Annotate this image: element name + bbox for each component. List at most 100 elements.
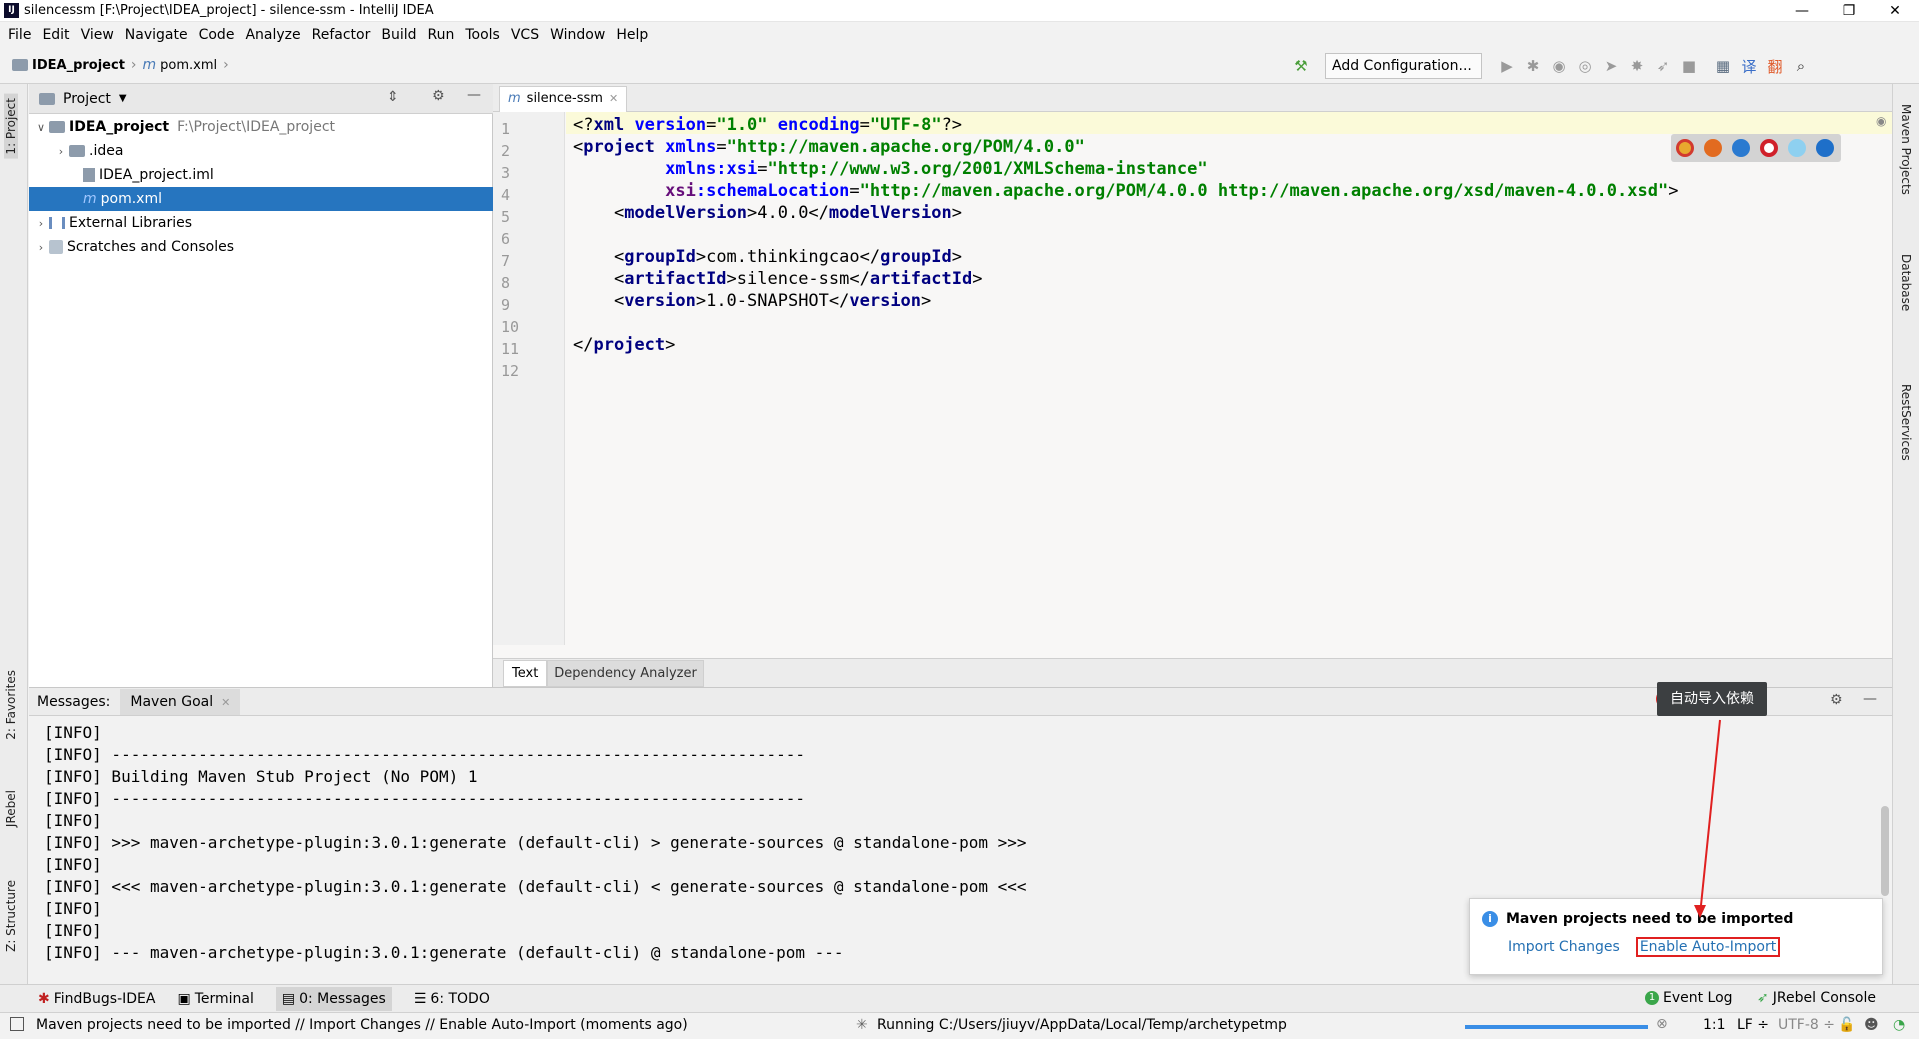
cancel-process-icon[interactable]: ⊗ xyxy=(1656,1016,1668,1032)
code-line-9[interactable]: <version>1.0-SNAPSHOT</version> xyxy=(573,291,931,311)
restore-button[interactable]: ❐ xyxy=(1826,0,1872,22)
menu-analyze[interactable]: Analyze xyxy=(245,27,300,43)
tab-structure[interactable]: Z: Structure xyxy=(4,880,18,952)
minimize-button[interactable]: — xyxy=(1779,0,1825,22)
code-line-4[interactable]: xsi:schemaLocation="http://maven.apache.… xyxy=(573,181,1678,201)
jrebel-run-icon[interactable]: ➤ xyxy=(1598,53,1624,79)
chrome-icon[interactable] xyxy=(1676,139,1694,157)
run-coverage-icon[interactable]: ◉ xyxy=(1546,53,1572,79)
tab-rest-services[interactable]: RestServices xyxy=(1899,384,1913,461)
tab-favorites[interactable]: 2: Favorites xyxy=(4,670,18,740)
breadcrumb-file[interactable]: pom.xml xyxy=(160,58,217,73)
tab-database[interactable]: Database xyxy=(1899,254,1913,311)
build-hammer-icon[interactable]: ⚒ xyxy=(1288,53,1314,79)
tree-item-external-libraries[interactable]: › External Libraries xyxy=(29,211,493,235)
menu-build[interactable]: Build xyxy=(381,27,416,43)
tool-messages[interactable]: ▤ 0: Messages xyxy=(275,986,392,1011)
menu-file[interactable]: File xyxy=(8,27,31,43)
tool-jrebel-console[interactable]: ➶ JRebel Console xyxy=(1757,990,1876,1006)
code-line-2[interactable]: <project xmlns="http://maven.apache.org/… xyxy=(573,137,1085,157)
tab-project[interactable]: 1: Project xyxy=(4,94,18,159)
code-line-7[interactable]: <groupId>com.thinkingcao</groupId> xyxy=(573,247,962,267)
stop-icon[interactable]: ■ xyxy=(1676,53,1702,79)
caret-position[interactable]: 1:1 xyxy=(1703,1017,1726,1033)
translate-icon[interactable]: 译 xyxy=(1736,53,1762,79)
edge-icon[interactable] xyxy=(1816,139,1834,157)
close-button[interactable]: ✕ xyxy=(1872,0,1918,22)
translate-alt-icon[interactable]: 翻 xyxy=(1762,53,1788,79)
search-icon[interactable]: ⌕ xyxy=(1788,53,1814,79)
close-tab-icon[interactable]: ✕ xyxy=(609,92,618,105)
code-line-8[interactable]: <artifactId>silence-ssm</artifactId> xyxy=(573,269,983,289)
close-tab-icon[interactable]: ✕ xyxy=(221,696,230,709)
opera-icon[interactable] xyxy=(1760,139,1778,157)
profile-icon[interactable]: ◎ xyxy=(1572,53,1598,79)
tree-item-idea-folder[interactable]: › .idea xyxy=(29,139,493,163)
eye-icon[interactable]: ◉ xyxy=(1876,114,1886,128)
breadcrumb-project[interactable]: IDEA_project xyxy=(32,58,125,73)
code-line-1[interactable]: <?xml version="1.0" encoding="UTF-8"?> xyxy=(573,115,962,135)
menu-code[interactable]: Code xyxy=(199,27,235,43)
tab-text[interactable]: Text xyxy=(503,660,548,687)
jrebel-deploy-icon[interactable]: ➶ xyxy=(1650,53,1676,79)
chevron-right-icon[interactable]: › xyxy=(53,145,69,158)
tool-window-bar: ✱ FindBugs-IDEA ▣ Terminal ▤ 0: Messages ☰ 6… xyxy=(0,984,1919,1012)
tab-dependency-analyzer[interactable]: Dependency Analyzer xyxy=(547,660,704,687)
enable-auto-import-link[interactable]: Enable Auto-Import xyxy=(1635,937,1781,957)
collapse-all-icon[interactable]: ⇕ xyxy=(387,89,399,105)
tree-item-iml[interactable]: IDEA_project.iml xyxy=(29,163,493,187)
safari-icon[interactable] xyxy=(1732,139,1750,157)
menu-run[interactable]: Run xyxy=(428,27,455,43)
tree-item-scratches[interactable]: › Scratches and Consoles xyxy=(29,235,493,259)
chevron-right-icon[interactable]: › xyxy=(33,241,49,254)
editor-tab-silence-ssm[interactable]: m silence-ssm ✕ xyxy=(499,86,627,112)
project-structure-icon[interactable]: ▦ xyxy=(1710,53,1736,79)
line-number: 12 xyxy=(501,362,520,380)
gear-icon[interactable]: ⚙ xyxy=(1830,692,1843,708)
tab-maven-projects[interactable]: Maven Projects xyxy=(1899,104,1913,195)
menu-window[interactable]: Window xyxy=(550,27,605,43)
debug-icon[interactable]: ✱ xyxy=(1520,53,1546,79)
tool-todo[interactable]: ☰ 6: TODO xyxy=(414,991,490,1007)
jrebel-debug-icon[interactable]: ✸ xyxy=(1624,53,1650,79)
code-line-5[interactable]: <modelVersion>4.0.0</modelVersion> xyxy=(573,203,962,223)
tool-windows-toggle-icon[interactable] xyxy=(10,1017,24,1031)
ie-icon[interactable] xyxy=(1788,139,1806,157)
menu-refactor[interactable]: Refactor xyxy=(312,27,371,43)
menu-view[interactable]: View xyxy=(81,27,114,43)
menu-vcs[interactable]: VCS xyxy=(511,27,539,43)
firefox-icon[interactable] xyxy=(1704,139,1722,157)
log-line: [INFO] xyxy=(44,855,102,874)
tab-maven-goal[interactable]: Maven Goal ✕ xyxy=(120,688,241,715)
tree-item-pom[interactable]: m pom.xml xyxy=(29,187,493,211)
hide-panel-icon[interactable]: — xyxy=(1863,691,1877,707)
menu-edit[interactable]: Edit xyxy=(42,27,69,43)
lock-icon[interactable]: 🔓 xyxy=(1838,1017,1855,1033)
tool-event-log[interactable]: 1 Event Log xyxy=(1645,990,1733,1006)
status-message[interactable]: Maven projects need to be imported // Im… xyxy=(36,1017,688,1033)
add-configuration-button[interactable]: Add Configuration... xyxy=(1325,53,1482,79)
code-line-12[interactable]: </project> xyxy=(573,335,675,355)
tree-item-idea-project[interactable]: ∨ IDEA_project F:\Project\IDEA_project xyxy=(29,115,493,139)
tab-jrebel[interactable]: JRebel xyxy=(4,790,18,827)
menu-navigate[interactable]: Navigate xyxy=(125,27,188,43)
import-changes-link[interactable]: Import Changes xyxy=(1508,939,1620,955)
tool-terminal[interactable]: ▣ Terminal xyxy=(177,991,253,1007)
jrebel-status-icon[interactable]: ◔ xyxy=(1893,1017,1905,1033)
project-view-selector[interactable]: Project xyxy=(63,91,111,107)
menu-help[interactable]: Help xyxy=(616,27,648,43)
tool-findbugs[interactable]: ✱ FindBugs-IDEA xyxy=(38,991,155,1007)
gear-icon[interactable]: ⚙ xyxy=(432,88,445,104)
inspector-icon[interactable]: ☻ xyxy=(1864,1017,1879,1033)
run-icon[interactable]: ▶ xyxy=(1494,53,1520,79)
chevron-down-icon[interactable]: ∨ xyxy=(33,121,49,134)
chevron-right-icon[interactable]: › xyxy=(33,217,49,230)
code-line-3[interactable]: xmlns:xsi="http://www.w3.org/2001/XMLSch… xyxy=(573,159,1207,179)
hide-panel-icon[interactable]: — xyxy=(467,87,481,103)
annotation-tooltip: 自动导入依赖 xyxy=(1657,682,1767,716)
line-separator[interactable]: LF ÷ xyxy=(1737,1017,1769,1033)
file-encoding[interactable]: UTF-8 ÷ xyxy=(1778,1017,1835,1033)
scrollbar[interactable] xyxy=(1881,806,1889,896)
menu-tools[interactable]: Tools xyxy=(465,27,500,43)
chevron-down-icon[interactable]: ▼ xyxy=(119,93,127,104)
